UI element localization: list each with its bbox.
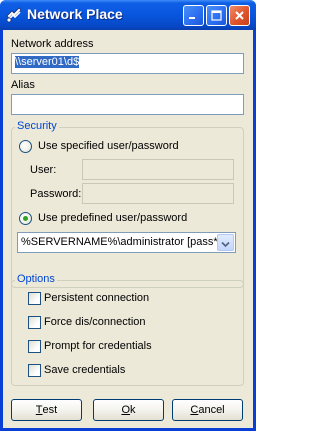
force-disconnection-label[interactable]: Force dis/connection (44, 316, 146, 328)
network-address-value: \\server01\d$ (15, 56, 80, 68)
use-specified-radio[interactable] (19, 140, 32, 153)
use-specified-label[interactable]: Use specified user/password (38, 140, 179, 152)
minimize-button[interactable] (183, 5, 204, 26)
network-address-label: Network address (11, 38, 94, 50)
maximize-button[interactable] (206, 5, 227, 26)
use-predefined-label[interactable]: Use predefined user/password (38, 212, 187, 224)
prompt-credentials-label[interactable]: Prompt for credentials (44, 340, 152, 352)
force-disconnection-checkbox[interactable] (28, 316, 41, 329)
chevron-down-icon (221, 233, 230, 252)
alias-label: Alias (11, 79, 35, 91)
persistent-connection-checkbox[interactable] (28, 292, 41, 305)
persistent-connection-label[interactable]: Persistent connection (44, 292, 149, 304)
use-predefined-radio[interactable] (19, 212, 32, 225)
ok-label: k (130, 404, 136, 416)
radio-selected-dot (23, 216, 28, 221)
ok-button[interactable]: Ok (93, 399, 164, 421)
options-group-title: Options (15, 273, 57, 285)
save-credentials-checkbox[interactable] (28, 364, 41, 377)
test-label: est (42, 404, 58, 416)
cancel-button[interactable]: Cancel (172, 399, 243, 421)
prompt-credentials-checkbox[interactable] (28, 340, 41, 353)
ok-accel: O (121, 404, 131, 416)
save-credentials-label[interactable]: Save credentials (44, 364, 125, 376)
window-title: Network Place (27, 6, 123, 22)
dropdown-button[interactable] (217, 234, 234, 251)
cancel-label: ancel (198, 404, 225, 416)
close-button[interactable] (229, 5, 250, 26)
alias-input[interactable] (11, 94, 244, 115)
dialog-body: Network address \\server01\d$ Alias Secu… (3, 30, 253, 428)
user-label: User: (30, 164, 57, 176)
close-icon (234, 6, 245, 25)
network-place-window: Network Place Network address \\server01… (0, 0, 256, 431)
user-input[interactable] (82, 159, 234, 180)
test-accel: T (35, 404, 43, 416)
maximize-icon (211, 6, 222, 25)
predefined-credentials-select[interactable]: %SERVERNAME%\administrator [pass***** (17, 232, 236, 253)
security-group-title: Security (15, 120, 59, 132)
cancel-accel: C (190, 404, 199, 416)
network-address-input[interactable]: \\server01\d$ (11, 53, 244, 74)
password-input[interactable] (82, 183, 234, 204)
minimize-icon (188, 6, 199, 25)
predefined-credentials-value: %SERVERNAME%\administrator [pass***** (21, 236, 217, 248)
test-button[interactable]: Test (11, 399, 82, 421)
title-bar[interactable]: Network Place (0, 0, 256, 30)
password-label: Password: (30, 188, 82, 200)
network-place-icon (5, 6, 23, 24)
